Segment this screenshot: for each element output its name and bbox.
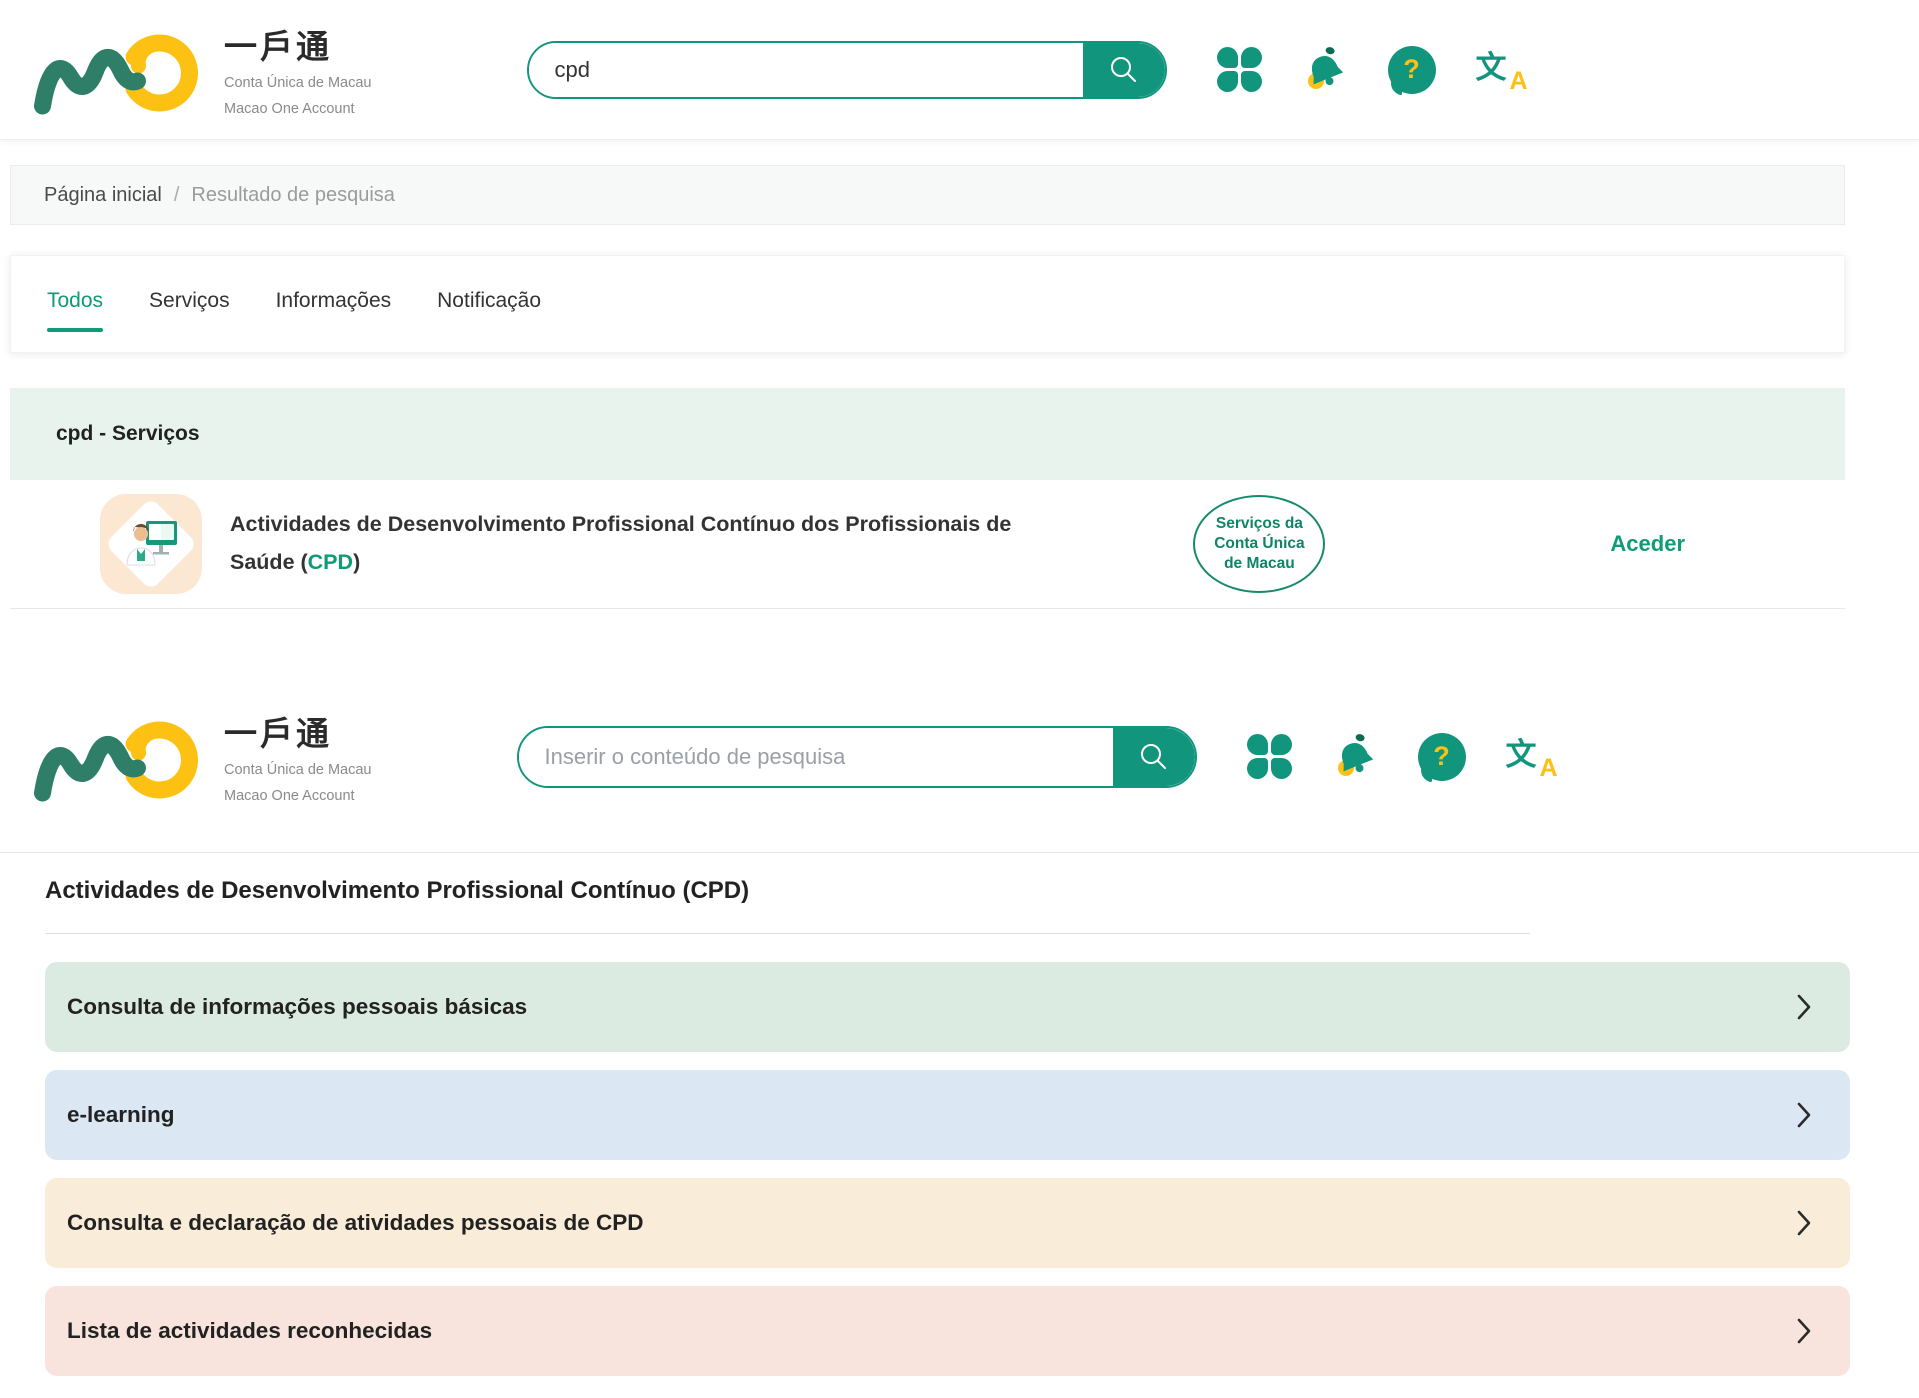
divider bbox=[45, 933, 1530, 934]
service-list: Consulta de informações pessoais básicas… bbox=[45, 962, 1850, 1376]
result-title-highlight: CPD bbox=[308, 550, 353, 574]
language-icon[interactable]: 文A bbox=[1506, 733, 1558, 781]
brand-name-pt: Conta Única de Macau bbox=[224, 761, 372, 781]
brand-text: 一戶通 Conta Única de Macau Macao One Accou… bbox=[224, 20, 372, 119]
search-bar bbox=[527, 41, 1167, 99]
service-item-label: e-learning bbox=[67, 1102, 175, 1128]
tab-notificacao[interactable]: Notificação bbox=[437, 289, 541, 332]
mo-logo-icon bbox=[30, 18, 208, 122]
search-input[interactable] bbox=[529, 43, 1083, 97]
brand-name-zh: 一戶通 bbox=[224, 707, 372, 755]
tab-todos[interactable]: Todos bbox=[47, 289, 103, 332]
notification-bell-icon[interactable] bbox=[1302, 47, 1348, 93]
tab-label: Notificação bbox=[437, 289, 541, 312]
result-group-header: cpd - Serviços bbox=[10, 388, 1845, 480]
brand-text: 一戶通 Conta Única de Macau Macao One Accou… bbox=[224, 707, 372, 806]
breadcrumb-separator: / bbox=[174, 184, 180, 207]
apps-grid-icon[interactable] bbox=[1247, 734, 1292, 779]
help-icon[interactable]: ? bbox=[1388, 46, 1436, 94]
search-button[interactable] bbox=[1083, 43, 1165, 97]
access-link[interactable]: Aceder bbox=[1610, 531, 1685, 557]
brand-name-zh: 一戶通 bbox=[224, 20, 372, 68]
service-icon bbox=[100, 494, 202, 594]
service-page-header: 一戶通 Conta Única de Macau Macao One Accou… bbox=[0, 661, 1919, 853]
result-title: Actividades de Desenvolvimento Profissio… bbox=[230, 506, 1040, 581]
tab-informacoes[interactable]: Informações bbox=[276, 289, 392, 332]
brand-logo[interactable]: 一戶通 Conta Única de Macau Macao One Accou… bbox=[30, 18, 372, 122]
search-icon bbox=[1137, 740, 1171, 774]
service-item-label: Consulta e declaração de atividades pess… bbox=[67, 1210, 643, 1236]
result-group-title: cpd - Serviços bbox=[56, 422, 200, 446]
header-icon-group: ? 文A bbox=[1247, 733, 1558, 781]
brand-name-en: Macao One Account bbox=[224, 100, 372, 120]
service-page: Actividades de Desenvolvimento Profissio… bbox=[0, 877, 1919, 1376]
service-item-label: Lista de actividades reconhecidas bbox=[67, 1318, 432, 1344]
tab-servicos[interactable]: Serviços bbox=[149, 289, 230, 332]
result-title-suffix: ) bbox=[353, 550, 360, 574]
tab-label: Todos bbox=[47, 289, 103, 312]
notification-bell-icon[interactable] bbox=[1332, 734, 1378, 780]
search-icon bbox=[1107, 53, 1141, 87]
search-input[interactable] bbox=[519, 728, 1113, 786]
badge-line: de Macau bbox=[1224, 554, 1295, 574]
service-item-consulta-informacoes[interactable]: Consulta de informações pessoais básicas bbox=[45, 962, 1850, 1052]
service-item-lista-actividades[interactable]: Lista de actividades reconhecidas bbox=[45, 1286, 1850, 1376]
badge-line: Serviços da bbox=[1216, 514, 1303, 534]
result-tabs: Todos Serviços Informações Notificação bbox=[10, 255, 1845, 353]
brand-name-en: Macao One Account bbox=[224, 787, 372, 807]
header-icon-group: ? 文A bbox=[1217, 46, 1528, 94]
search-bar bbox=[517, 726, 1197, 788]
tab-label: Informações bbox=[276, 289, 392, 312]
health-professional-icon bbox=[122, 517, 180, 571]
breadcrumb-current: Resultado de pesquisa bbox=[191, 184, 394, 207]
result-row[interactable]: Actividades de Desenvolvimento Profissio… bbox=[10, 480, 1845, 609]
chevron-right-icon bbox=[1796, 1317, 1812, 1345]
service-item-label: Consulta de informações pessoais básicas bbox=[67, 994, 527, 1020]
breadcrumb-home-link[interactable]: Página inicial bbox=[44, 184, 162, 207]
help-icon[interactable]: ? bbox=[1418, 733, 1466, 781]
search-results-section: cpd - Serviços Actividades de Desenvolvi… bbox=[10, 388, 1845, 609]
chevron-right-icon bbox=[1796, 1101, 1812, 1129]
badge-line: Conta Única bbox=[1214, 534, 1304, 554]
language-icon[interactable]: 文A bbox=[1476, 46, 1528, 94]
page-title: Actividades de Desenvolvimento Profissio… bbox=[45, 877, 1874, 905]
tab-label: Serviços bbox=[149, 289, 230, 312]
chevron-right-icon bbox=[1796, 993, 1812, 1021]
brand-logo[interactable]: 一戶通 Conta Única de Macau Macao One Accou… bbox=[30, 705, 372, 809]
breadcrumb: Página inicial / Resultado de pesquisa bbox=[10, 165, 1845, 225]
service-item-elearning[interactable]: e-learning bbox=[45, 1070, 1850, 1160]
service-item-consulta-declaracao[interactable]: Consulta e declaração de atividades pess… bbox=[45, 1178, 1850, 1268]
brand-name-pt: Conta Única de Macau bbox=[224, 74, 372, 94]
mo-logo-icon bbox=[30, 705, 208, 809]
apps-grid-icon[interactable] bbox=[1217, 47, 1262, 92]
top-header: 一戶通 Conta Única de Macau Macao One Accou… bbox=[0, 0, 1919, 140]
source-badge: Serviços da Conta Única de Macau bbox=[1193, 495, 1325, 593]
chevron-right-icon bbox=[1796, 1209, 1812, 1237]
search-button[interactable] bbox=[1113, 728, 1195, 786]
